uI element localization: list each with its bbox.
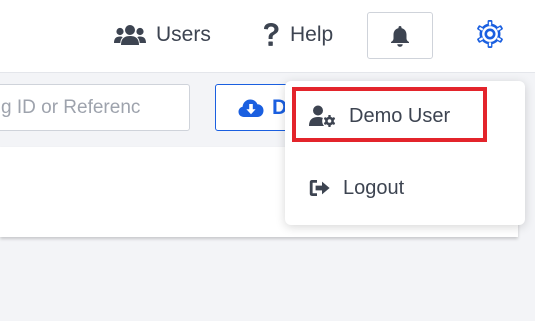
sign-out-icon: [309, 180, 330, 196]
gear-icon: [477, 20, 503, 48]
top-bar: Users Help: [0, 0, 535, 73]
cloud-download-icon: [238, 99, 264, 117]
user-gear-icon: [309, 105, 336, 127]
nav-help-label: Help: [290, 23, 334, 46]
question-icon: [264, 23, 279, 46]
search-placeholder: g ID or Referenc: [1, 96, 141, 118]
menu-item-demo-user-label: Demo User: [349, 104, 451, 127]
user-dropdown-menu: Demo User Logout: [285, 81, 525, 225]
search-input[interactable]: g ID or Referenc: [0, 84, 190, 131]
menu-item-logout[interactable]: Logout: [285, 163, 525, 213]
nav-users-link[interactable]: Users: [114, 18, 211, 52]
menu-item-demo-user[interactable]: Demo User: [285, 91, 525, 141]
users-icon: [114, 25, 146, 45]
settings-button[interactable]: [470, 14, 510, 54]
nav-help-link[interactable]: Help: [262, 18, 333, 52]
notifications-button[interactable]: [367, 12, 433, 59]
nav-users-label: Users: [156, 23, 211, 46]
bell-icon: [391, 25, 409, 47]
menu-item-logout-label: Logout: [343, 176, 405, 199]
